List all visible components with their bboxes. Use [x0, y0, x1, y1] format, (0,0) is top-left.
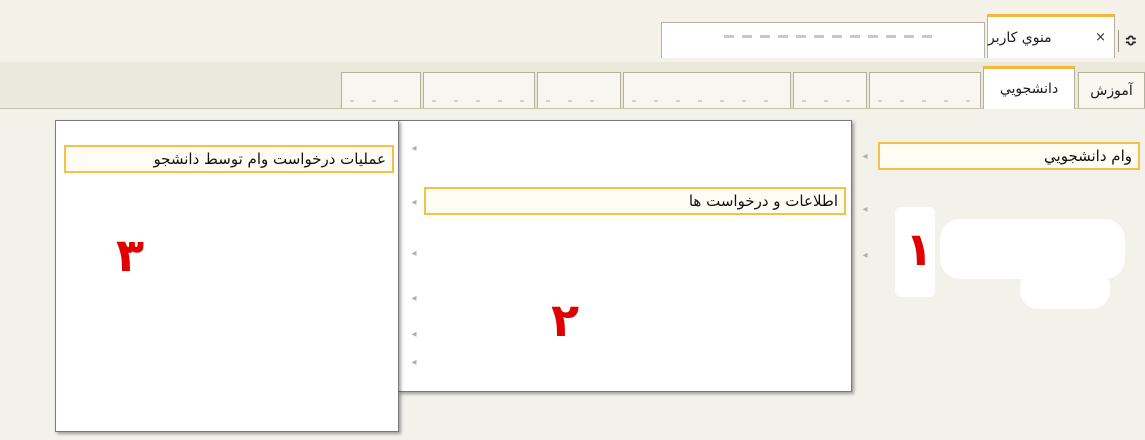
- blurred-tab-label: [350, 100, 412, 102]
- tab-label: دانشجويي: [999, 81, 1059, 97]
- annotation-number-2: ۲: [551, 293, 580, 347]
- menu-item-label: عمليات درخواست وام توسط دانشجو: [153, 150, 386, 168]
- submenu-arrow-icon: ◂: [862, 151, 868, 162]
- module-tab-bar: آموزش دانشجويي: [0, 62, 1145, 109]
- app-window: ≎ × منوي كاربر آموزش دانشجويي وام دانشجو…: [0, 0, 1145, 440]
- window-tab-bar: ≎ × منوي كاربر: [0, 0, 1145, 63]
- tab-student[interactable]: دانشجويي: [983, 66, 1075, 109]
- tab-module-6[interactable]: [537, 72, 621, 108]
- redaction: [1020, 269, 1110, 309]
- close-icon[interactable]: ×: [1095, 30, 1106, 45]
- redaction: [429, 229, 759, 269]
- menu-item-loan-request-operations[interactable]: عمليات درخواست وام توسط دانشجو: [64, 145, 394, 173]
- blurred-tab-label: [632, 100, 782, 102]
- submenu-arrow-icon: ◂: [411, 329, 417, 340]
- window-tab-secondary[interactable]: [661, 22, 985, 58]
- collapse-icon[interactable]: ≎: [1123, 32, 1139, 50]
- blurred-tab-label: [546, 100, 612, 102]
- menu-item-info-and-requests[interactable]: اطلاعات و درخواست ها: [424, 187, 846, 215]
- window-tab-label: منوي كاربر: [988, 29, 1052, 46]
- tab-module-8[interactable]: [341, 72, 421, 108]
- tab-module-5[interactable]: [623, 72, 791, 108]
- submenu-arrow-icon: ◂: [411, 143, 417, 154]
- submenu-arrow-icon: ◂: [411, 357, 417, 368]
- menu-content: وام دانشجويي ◂ ◂ ◂ ۱ اطلاعات و درخواست ه…: [0, 109, 1145, 440]
- blurred-tab-label: [432, 100, 526, 102]
- submenu-arrow-icon: ◂: [411, 197, 417, 208]
- submenu-arrow-icon: ◂: [411, 248, 417, 259]
- annotation-number-1: ۱: [905, 222, 934, 276]
- redaction: [96, 331, 346, 401]
- submenu-arrow-icon: ◂: [862, 250, 868, 261]
- blurred-tab-label: [802, 100, 858, 102]
- submenu-panel-level-2: اطلاعات و درخواست ها ◂ ◂ ◂ ◂ ◂ ◂ ۲: [398, 120, 852, 392]
- menu-item-label: وام دانشجويي: [1044, 147, 1132, 165]
- redaction: [439, 271, 819, 321]
- submenu-panel-level-3: عمليات درخواست وام توسط دانشجو ۳: [55, 120, 399, 432]
- menu-item-label: اطلاعات و درخواست ها: [688, 192, 838, 210]
- submenu-arrow-icon: ◂: [411, 293, 417, 304]
- tab-module-4[interactable]: [793, 72, 867, 108]
- window-tab-user-menu[interactable]: × منوي كاربر: [987, 14, 1115, 58]
- redaction: [459, 326, 779, 356]
- tab-label: آموزش: [1090, 82, 1133, 99]
- menu-item-student-loan[interactable]: وام دانشجويي: [878, 142, 1140, 170]
- tab-education[interactable]: آموزش: [1078, 72, 1145, 108]
- blurred-tab-title: [724, 35, 934, 38]
- tab-module-7[interactable]: [423, 72, 535, 108]
- blurred-tab-label: [878, 100, 972, 102]
- annotation-number-3: ۳: [116, 228, 145, 282]
- tab-module-3[interactable]: [869, 72, 981, 108]
- submenu-arrow-icon: ◂: [862, 204, 868, 215]
- tab-separator: [1118, 30, 1119, 52]
